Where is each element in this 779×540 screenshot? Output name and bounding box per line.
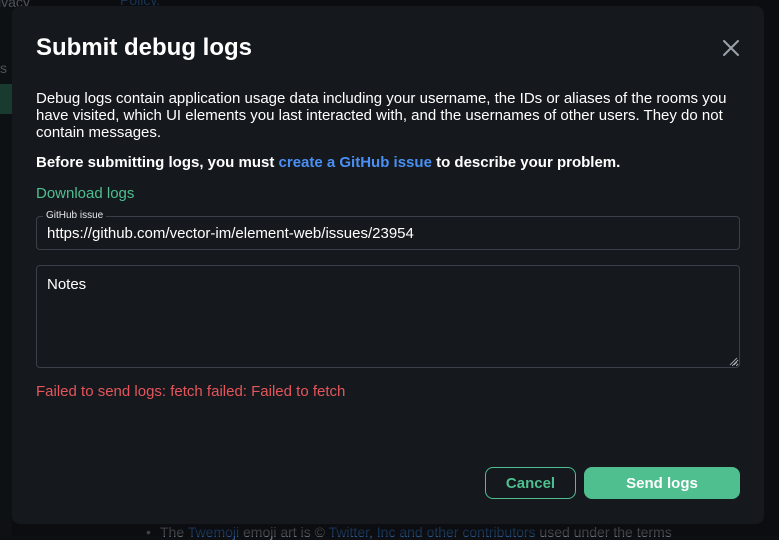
cancel-button[interactable]: Cancel [485, 467, 576, 499]
github-issue-field: GitHub issue [36, 210, 740, 250]
notes-textarea[interactable] [36, 265, 740, 368]
dialog-description: Debug logs contain application usage dat… [36, 90, 727, 141]
submit-debug-logs-dialog: Submit debug logs Debug logs contain app… [12, 6, 764, 524]
create-github-issue-link[interactable]: create a GitHub issue [279, 154, 432, 171]
download-logs-link[interactable]: Download logs [36, 185, 134, 202]
close-button[interactable] [722, 39, 740, 57]
github-issue-input[interactable] [47, 217, 727, 249]
error-message: Failed to send logs: fetch failed: Faile… [36, 383, 346, 400]
prerequisite-text: Before submitting logs, you must create … [36, 154, 621, 171]
send-logs-button[interactable]: Send logs [584, 467, 740, 499]
close-icon [723, 40, 739, 56]
dialog-title: Submit debug logs [36, 34, 252, 61]
